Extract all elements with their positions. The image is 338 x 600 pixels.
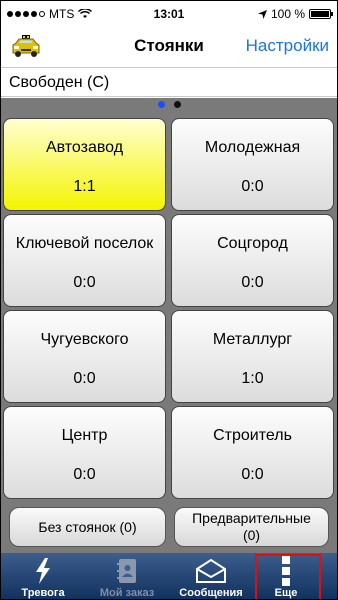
contacts-book-icon bbox=[117, 559, 136, 583]
app-screen: MTS 13:01 100 % Стоянки Настройки Свобод… bbox=[0, 0, 338, 600]
parking-tile-stroitel[interactable]: Строитель 0:0 bbox=[171, 406, 334, 499]
parking-count: 1:0 bbox=[241, 370, 264, 387]
tab-more[interactable]: Еще bbox=[253, 553, 337, 599]
parking-name: Соцгород bbox=[217, 235, 288, 252]
parking-grid: Автозавод 1:1 Молодежная 0:0 Ключевой по… bbox=[1, 98, 337, 553]
tab-label: Еще bbox=[274, 587, 298, 599]
status-bar: MTS 13:01 100 % bbox=[1, 1, 337, 27]
parking-tile-chuguevskogo[interactable]: Чугуевского 0:0 bbox=[3, 310, 166, 403]
parking-tile-avtozavod[interactable]: Автозавод 1:1 bbox=[3, 118, 166, 211]
wifi-icon bbox=[78, 9, 93, 18]
parking-tile-klyuchevoy-poselok[interactable]: Ключевой поселок 0:0 bbox=[3, 214, 166, 307]
parking-name: Чугуевского bbox=[40, 331, 129, 348]
parking-count: 0:0 bbox=[73, 466, 96, 483]
parking-tile-metallurg[interactable]: Металлург 1:0 bbox=[171, 310, 334, 403]
signal-strength-icon bbox=[7, 11, 45, 17]
driver-status[interactable]: Свободен (С) bbox=[1, 67, 337, 97]
tab-alarm[interactable]: Тревога bbox=[1, 553, 85, 599]
preliminary-label: Предварительные bbox=[192, 510, 311, 526]
envelope-icon bbox=[196, 559, 226, 583]
tab-bar: Тревога Мой заказ Сообщения Еще bbox=[1, 553, 337, 599]
page-dot-active bbox=[157, 101, 165, 108]
location-arrow-icon bbox=[257, 9, 267, 19]
tab-messages[interactable]: Сообщения bbox=[169, 553, 253, 599]
tab-label: Тревога bbox=[21, 587, 65, 599]
parking-count: 1:1 bbox=[73, 178, 96, 195]
battery-percent: 100 % bbox=[270, 7, 305, 21]
tab-label: Мой заказ bbox=[99, 587, 155, 599]
parking-name: Автозавод bbox=[45, 139, 124, 156]
preliminary-count: (0) bbox=[242, 527, 261, 543]
clock: 13:01 bbox=[153, 7, 185, 21]
no-parking-label: Без стоянок (0) bbox=[38, 518, 137, 535]
parking-count: 0:0 bbox=[73, 370, 96, 387]
parking-name: Строитель bbox=[213, 427, 292, 444]
parking-name: Ключевой поселок bbox=[15, 235, 154, 252]
parking-name: Металлург bbox=[212, 331, 293, 348]
parking-count: 0:0 bbox=[73, 274, 96, 291]
more-icon bbox=[282, 556, 290, 586]
page-indicator[interactable] bbox=[1, 101, 337, 108]
tab-label: Сообщения bbox=[179, 587, 243, 599]
parking-count: 0:0 bbox=[241, 274, 264, 291]
no-parking-button[interactable]: Без стоянок (0) bbox=[9, 507, 166, 547]
tab-my-order[interactable]: Мой заказ bbox=[85, 553, 169, 599]
parking-tile-tsentr[interactable]: Центр 0:0 bbox=[3, 406, 166, 499]
parking-count: 0:0 bbox=[241, 178, 264, 195]
parking-tile-molodezhnaya[interactable]: Молодежная 0:0 bbox=[171, 118, 334, 211]
parking-name: Молодежная bbox=[204, 139, 301, 156]
parking-name: Центр bbox=[61, 427, 108, 444]
battery-icon bbox=[309, 9, 333, 19]
page-dot bbox=[173, 101, 181, 108]
parking-count: 0:0 bbox=[241, 466, 264, 483]
carrier-name: MTS bbox=[49, 7, 75, 21]
navigation-bar: Стоянки Настройки bbox=[1, 27, 337, 65]
preliminary-orders-button[interactable]: Предварительные (0) bbox=[174, 507, 329, 547]
lightning-icon bbox=[36, 558, 50, 584]
parking-tile-sotsgorod[interactable]: Соцгород 0:0 bbox=[171, 214, 334, 307]
settings-button[interactable]: Настройки bbox=[246, 36, 329, 56]
